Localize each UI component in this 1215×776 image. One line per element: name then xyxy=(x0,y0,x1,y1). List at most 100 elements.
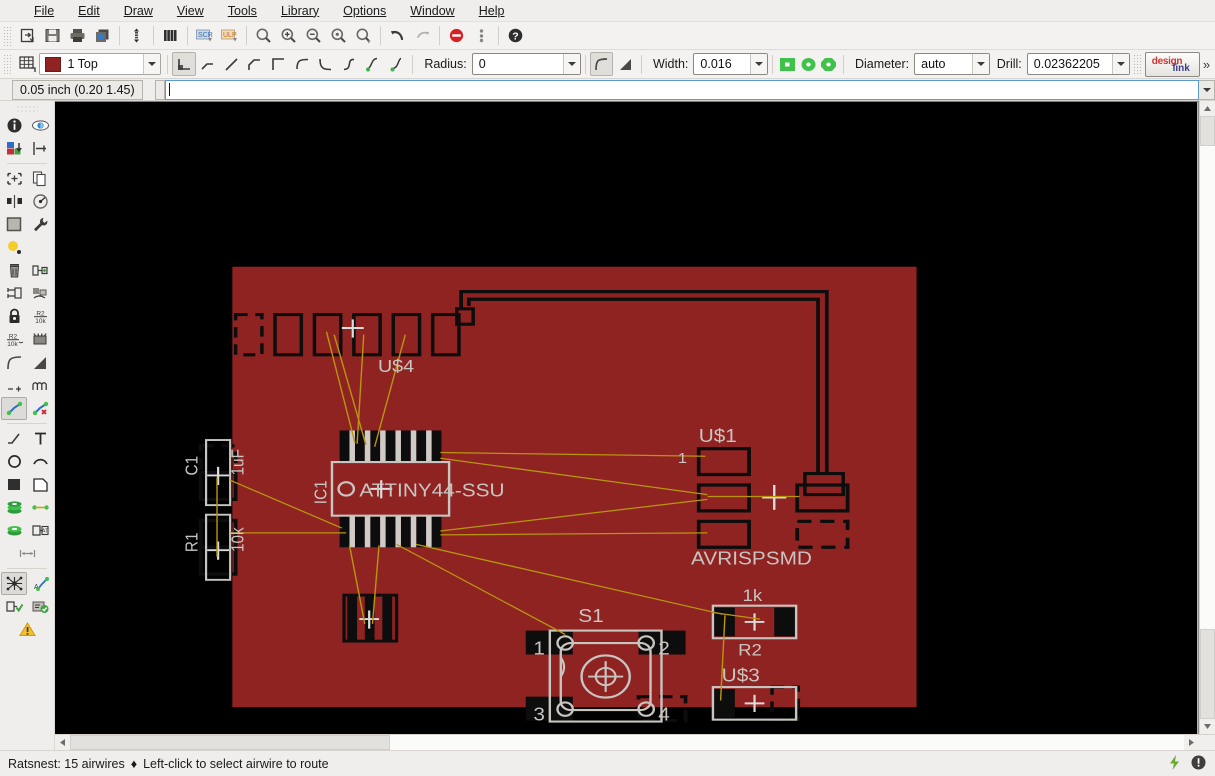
bend-style-1-icon[interactable] xyxy=(196,52,220,76)
cam-processor-icon[interactable] xyxy=(90,24,115,48)
via-icon[interactable] xyxy=(1,496,27,519)
wire-icon[interactable] xyxy=(1,427,27,450)
circle-icon[interactable] xyxy=(1,450,27,473)
stop-icon[interactable] xyxy=(444,24,469,48)
redo-icon[interactable] xyxy=(410,24,435,48)
layer-settings-icon[interactable] xyxy=(158,24,183,48)
via-round-icon[interactable] xyxy=(798,54,819,75)
attribute-icon[interactable]: AT xyxy=(27,519,53,542)
show-icon[interactable] xyxy=(27,114,53,137)
designlink-toolbar-grip[interactable] xyxy=(1132,54,1142,74)
bend-style-3-icon[interactable] xyxy=(243,52,267,76)
autoroute-icon[interactable]: A xyxy=(27,572,53,595)
drc-icon[interactable] xyxy=(1,595,27,618)
toolbar-overflow-button[interactable]: » xyxy=(1200,57,1213,72)
bend-style-8-icon[interactable] xyxy=(361,52,385,76)
zoom-in-icon[interactable] xyxy=(276,24,301,48)
component-unnamed-pads[interactable] xyxy=(342,593,399,643)
menu-library[interactable]: Library xyxy=(269,2,331,20)
zoom-out-icon[interactable] xyxy=(301,24,326,48)
hole-icon[interactable] xyxy=(1,519,27,542)
bend-style-0-icon[interactable] xyxy=(172,52,196,76)
drill-field[interactable]: 0.02362205 xyxy=(1026,53,1130,75)
horizontal-scroll-track[interactable] xyxy=(70,735,1184,750)
pcb-drawing[interactable]: U$4 C1 1uF R1 10k IC1 ATTINY44-SSU U$1 1… xyxy=(55,102,1199,734)
dimension-icon[interactable] xyxy=(14,542,40,565)
ulp-icon[interactable]: ULP xyxy=(217,24,242,48)
mirror-icon[interactable] xyxy=(1,190,27,213)
round-corner-icon[interactable] xyxy=(589,52,614,76)
move-icon[interactable] xyxy=(1,167,27,190)
erc-icon[interactable] xyxy=(27,595,53,618)
split-icon[interactable] xyxy=(27,351,53,374)
zoom-select-icon[interactable] xyxy=(351,24,376,48)
help-icon[interactable]: ? xyxy=(503,24,528,48)
command-dropdown-arrow[interactable] xyxy=(1199,79,1215,100)
mark-icon[interactable] xyxy=(27,137,53,160)
bend-style-9-icon[interactable] xyxy=(385,52,409,76)
copy-icon[interactable] xyxy=(27,167,53,190)
ripup-icon[interactable] xyxy=(27,397,53,420)
script-icon[interactable]: SCR xyxy=(192,24,217,48)
value-icon[interactable]: R2 10k xyxy=(1,328,27,351)
bend-style-2-icon[interactable] xyxy=(219,52,243,76)
layer-selector[interactable]: 1 Top xyxy=(39,53,162,75)
board-schematic-switch-icon[interactable] xyxy=(124,24,149,48)
horizontal-scroll-thumb[interactable] xyxy=(70,735,390,750)
command-history-button[interactable] xyxy=(154,79,165,100)
bend-style-6-icon[interactable] xyxy=(314,52,338,76)
ratsnest-icon[interactable] xyxy=(1,572,27,595)
delete-dot-icon[interactable] xyxy=(27,236,53,259)
width-dropdown-arrow[interactable] xyxy=(750,54,768,74)
straight-corner-icon[interactable] xyxy=(613,52,637,76)
menu-window[interactable]: Window xyxy=(398,2,466,20)
menu-options[interactable]: Options xyxy=(331,2,398,20)
layer-dropdown-arrow[interactable] xyxy=(143,54,161,74)
exclamation-icon[interactable] xyxy=(1190,754,1207,774)
command-toolbar-grip[interactable] xyxy=(16,105,38,112)
diameter-dropdown-arrow[interactable] xyxy=(971,54,989,74)
scroll-left-button[interactable] xyxy=(55,735,70,750)
undo-icon[interactable] xyxy=(385,24,410,48)
menu-view[interactable]: View xyxy=(165,2,216,20)
menu-tools[interactable]: Tools xyxy=(216,2,269,20)
display-layers-icon[interactable] xyxy=(1,137,27,160)
route-icon[interactable] xyxy=(1,397,27,420)
zoom-redraw-icon[interactable] xyxy=(326,24,351,48)
scroll-right-button[interactable] xyxy=(1184,735,1199,750)
diameter-field[interactable]: auto xyxy=(914,53,990,75)
delete-icon[interactable] xyxy=(1,259,27,282)
vertical-scrollbar[interactable] xyxy=(1199,101,1215,734)
text-icon[interactable] xyxy=(27,427,53,450)
design-link-button[interactable]: design link xyxy=(1144,51,1200,77)
menu-draw[interactable]: Draw xyxy=(112,2,165,20)
replace-icon[interactable] xyxy=(27,282,53,305)
drill-dropdown-arrow[interactable] xyxy=(1111,54,1129,74)
menu-edit[interactable]: Edit xyxy=(66,2,112,20)
bend-style-4-icon[interactable] xyxy=(267,52,291,76)
pinswap-icon[interactable] xyxy=(1,282,27,305)
signal-icon[interactable] xyxy=(27,496,53,519)
lightning-icon[interactable] xyxy=(1167,754,1182,774)
vertical-scroll-thumb[interactable] xyxy=(1200,116,1215,146)
horizontal-scrollbar[interactable] xyxy=(55,734,1215,750)
drag-handle-icon[interactable] xyxy=(469,24,494,48)
radius-dropdown-arrow[interactable] xyxy=(562,54,580,74)
arc-icon[interactable] xyxy=(27,450,53,473)
change-icon[interactable] xyxy=(27,213,53,236)
radius-field[interactable]: 0 xyxy=(471,53,581,75)
scroll-down-button[interactable] xyxy=(1200,719,1215,734)
meander-icon[interactable] xyxy=(27,374,53,397)
grid-icon[interactable] xyxy=(15,52,40,76)
add-part-icon[interactable] xyxy=(27,259,53,282)
print-icon[interactable] xyxy=(65,24,90,48)
zoom-fit-icon[interactable] xyxy=(251,24,276,48)
group-icon[interactable] xyxy=(1,213,27,236)
bend-style-7-icon[interactable] xyxy=(338,52,362,76)
param-toolbar-grip[interactable] xyxy=(3,54,12,74)
lock-icon[interactable] xyxy=(1,305,27,328)
menu-file[interactable]: File xyxy=(22,2,66,20)
rect-icon[interactable] xyxy=(1,473,27,496)
miter-icon[interactable] xyxy=(1,351,27,374)
toolbar-grip[interactable] xyxy=(3,25,12,46)
